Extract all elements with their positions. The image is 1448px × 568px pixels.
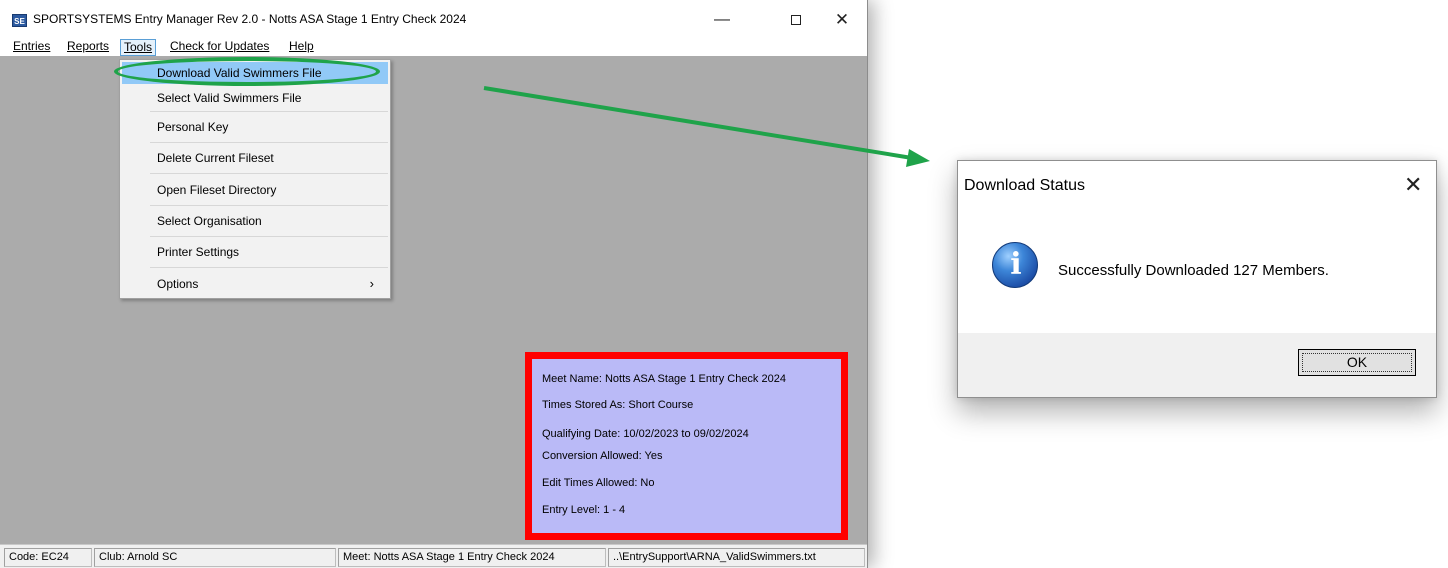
times-stored: Times Stored As: Short Course [542, 399, 694, 411]
status-meet: Meet: Notts ASA Stage 1 Entry Check 2024 [338, 548, 606, 567]
main-window: SE SPORTSYSTEMS Entry Manager Rev 2.0 - … [0, 0, 868, 568]
info-icon: i [992, 242, 1038, 288]
menu-bar: Entries Reports Tools Check for Updates … [0, 38, 867, 56]
window-title: SPORTSYSTEMS Entry Manager Rev 2.0 - Not… [33, 12, 467, 26]
highlight-ring-annotation [114, 57, 380, 86]
conversion-allowed: Conversion Allowed: Yes [542, 450, 663, 462]
menu-tools-label: Tools [124, 40, 153, 54]
chevron-right-icon: › [369, 276, 374, 291]
menu-item-options-label: Options [157, 277, 199, 291]
status-bar: Code: EC24 Club: Arnold SC Meet: Notts A… [0, 544, 867, 568]
menu-reports[interactable]: Reports [64, 39, 112, 56]
menu-check-updates-label: Check for Updates [170, 39, 270, 53]
menu-tools[interactable]: Tools [120, 39, 157, 56]
meet-name: Meet Name: Notts ASA Stage 1 Entry Check… [542, 373, 786, 385]
screenshot-stage: SE SPORTSYSTEMS Entry Manager Rev 2.0 - … [0, 0, 1448, 568]
menu-entries-label: Entries [13, 39, 51, 53]
menu-separator [150, 173, 388, 174]
status-file: ..\EntrySupport\ARNA_ValidSwimmers.txt [608, 548, 865, 567]
dialog-message: Successfully Downloaded 127 Members. [1058, 262, 1329, 279]
menu-entries[interactable]: Entries [10, 39, 53, 56]
menu-check-updates[interactable]: Check for Updates [167, 39, 272, 56]
menu-item-open-fileset-directory[interactable]: Open Fileset Directory [122, 179, 388, 201]
menu-separator [150, 236, 388, 237]
menu-item-printer-settings[interactable]: Printer Settings [122, 241, 388, 263]
maximize-button[interactable] [785, 10, 807, 30]
dialog-title: Download Status [964, 177, 1085, 194]
menu-item-select-valid-swimmers[interactable]: Select Valid Swimmers File [122, 87, 388, 109]
entry-level: Entry Level: 1 - 4 [542, 504, 626, 516]
menu-separator [150, 142, 388, 143]
close-button[interactable]: ✕ [831, 10, 853, 30]
menu-reports-label: Reports [67, 39, 110, 53]
tools-dropdown: Download Valid Swimmers File Select Vali… [119, 59, 391, 299]
menu-separator [150, 111, 388, 112]
minimize-button[interactable]: — [711, 10, 733, 30]
download-status-dialog: Download Status ✕ i Successfully Downloa… [957, 160, 1437, 398]
menu-item-delete-fileset[interactable]: Delete Current Fileset [122, 147, 388, 169]
maximize-icon [791, 15, 801, 25]
status-club: Club: Arnold SC [94, 548, 336, 567]
menu-item-options[interactable]: Options › [122, 273, 388, 295]
dialog-footer: OK [958, 333, 1436, 397]
status-code: Code: EC24 [4, 548, 92, 567]
menu-separator [150, 205, 388, 206]
title-bar: SE SPORTSYSTEMS Entry Manager Rev 2.0 - … [0, 0, 867, 38]
menu-item-select-organisation[interactable]: Select Organisation [122, 210, 388, 232]
meet-info-panel: Meet Name: Notts ASA Stage 1 Entry Check… [525, 352, 848, 540]
dialog-close-button[interactable]: ✕ [1404, 172, 1422, 198]
menu-separator [150, 267, 388, 268]
info-icon-glyph: i [1010, 247, 1022, 282]
app-icon: SE [12, 14, 27, 27]
qualifying-date: Qualifying Date: 10/02/2023 to 09/02/202… [542, 428, 749, 440]
menu-help-label: Help [289, 39, 314, 53]
menu-item-personal-key[interactable]: Personal Key [122, 116, 388, 138]
arrow-head [906, 149, 930, 167]
menu-help[interactable]: Help [286, 39, 317, 56]
edit-times-allowed: Edit Times Allowed: No [542, 477, 655, 489]
ok-button[interactable]: OK [1298, 349, 1416, 376]
